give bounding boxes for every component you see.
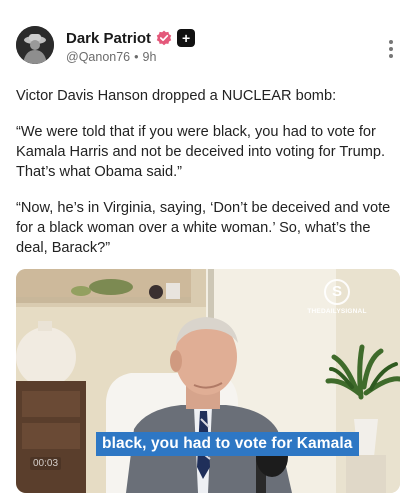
post-time: 9h	[142, 50, 157, 64]
more-vertical-icon-dot	[389, 47, 393, 51]
more-vertical-icon-dot	[389, 54, 393, 58]
author-handle[interactable]: @Qanon76	[66, 50, 130, 64]
author-name[interactable]: Dark Patriot	[66, 30, 151, 47]
logo-text: THEDAILYSIGNAL	[307, 308, 367, 315]
avatar[interactable]	[16, 26, 54, 64]
plus-badge: +	[177, 29, 196, 47]
daily-signal-logo: S THEDAILYSIGNAL	[302, 279, 372, 315]
video-timestamp: 00:03	[30, 457, 62, 470]
verified-badge-icon	[156, 30, 172, 46]
meta-row: @Qanon76 • 9h	[66, 50, 195, 64]
post-paragraph: “We were told that if you were black, yo…	[16, 124, 386, 180]
video-player[interactable]: S THEDAILYSIGNAL black, you had to vote …	[16, 269, 400, 493]
author-row: Dark Patriot +	[66, 29, 196, 47]
author-block: Dark Patriot + @Qanon76 • 9h	[66, 29, 196, 64]
logo-letter: S	[324, 279, 350, 305]
more-vertical-icon	[389, 40, 393, 44]
post-paragraph: “Now, he’s in Virginia, saying, ‘Don’t b…	[16, 200, 391, 256]
post-paragraph: Victor Davis Hanson dropped a NUCLEAR bo…	[16, 88, 337, 104]
avatar-image	[16, 26, 54, 64]
post-body: Victor Davis Hanson dropped a NUCLEAR bo…	[16, 86, 401, 274]
post-header: Dark Patriot + @Qanon76 • 9h	[16, 26, 399, 70]
video-caption: black, you had to vote for Kamala	[96, 432, 359, 456]
more-options-button[interactable]	[383, 38, 399, 60]
meta-separator: •	[134, 50, 139, 64]
